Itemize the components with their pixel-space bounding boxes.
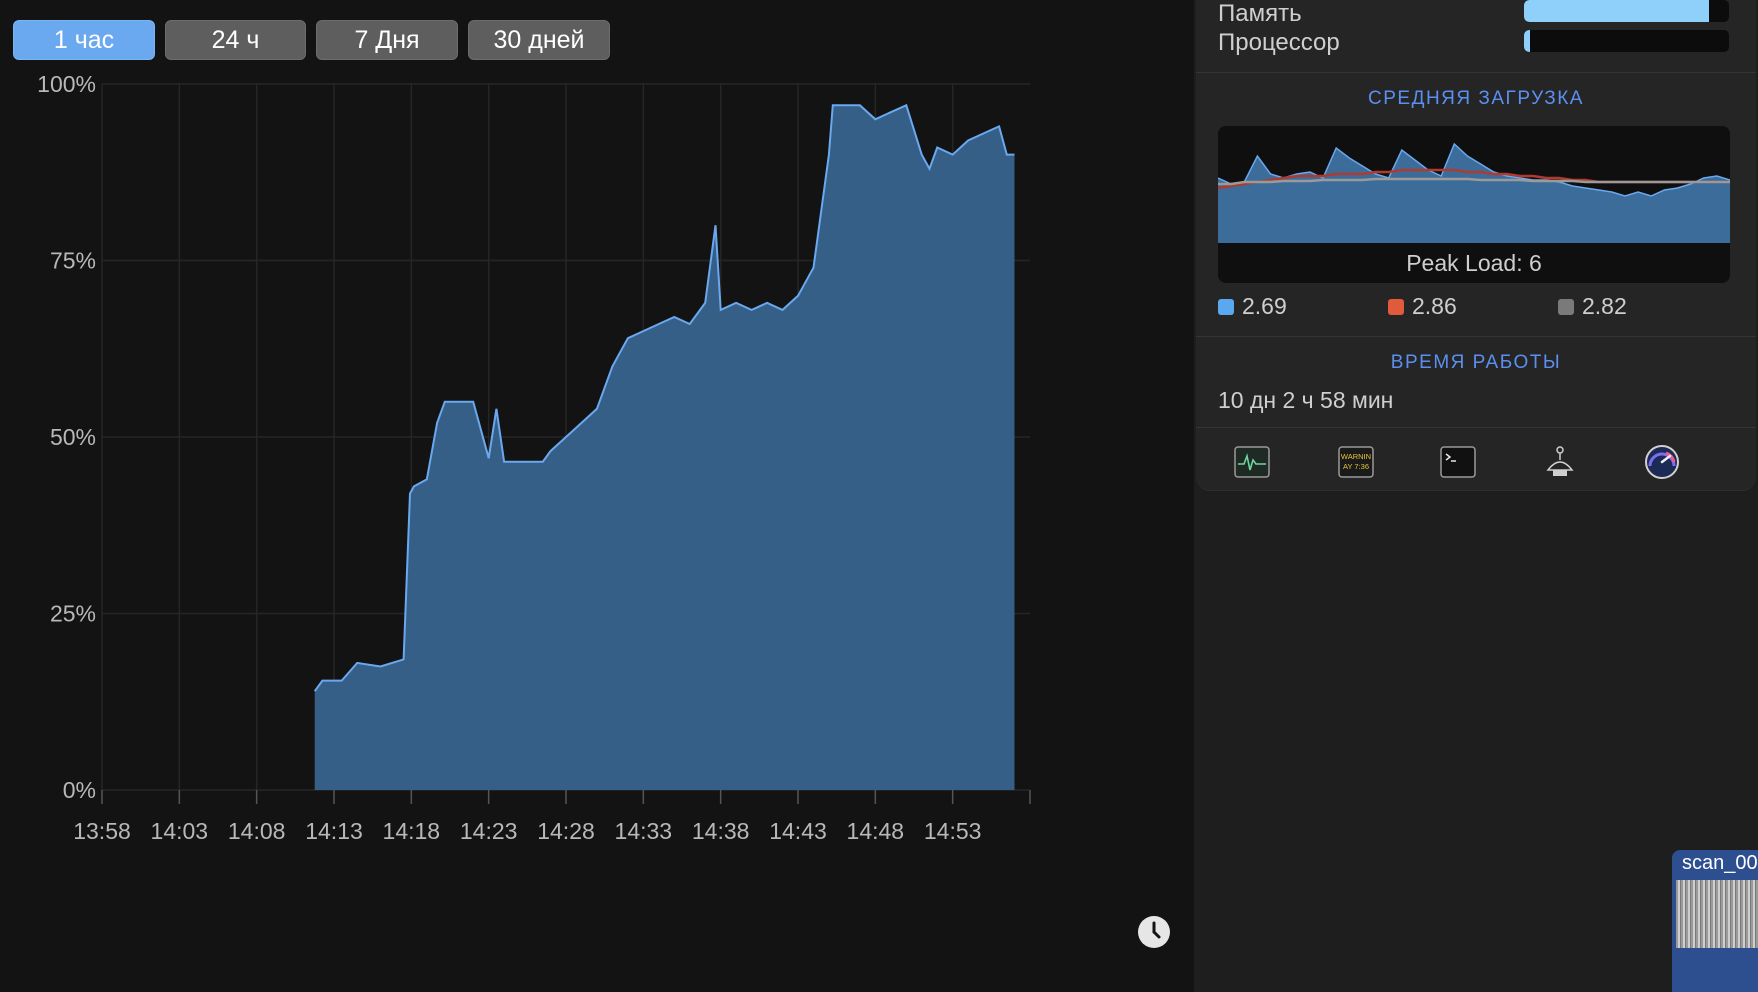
terminal-icon[interactable]	[1440, 444, 1476, 480]
memory-bar	[1524, 0, 1729, 22]
scan-file-label: scan_00	[1682, 852, 1758, 874]
cpu-history-chart: 100% 75% 50% 25% 0% 13:58 14:03 14:08 14:13 14:18…	[37, 71, 1031, 844]
scan-file-thumbnail[interactable]: scan_00	[1672, 850, 1758, 992]
stats-panel: Память Процессор СРЕДНЯЯ ЗАГРУЗКА Peak L…	[1196, 0, 1756, 491]
separator	[1196, 427, 1756, 428]
console-icon[interactable]: WARNIN AY 7:36	[1338, 444, 1374, 480]
x-tick-label: 14:43	[769, 818, 827, 844]
load-5min-value: 2.86	[1412, 293, 1457, 319]
scan-file-preview	[1676, 880, 1758, 948]
x-tick-label: 14:38	[692, 818, 750, 844]
load-1min-value: 2.69	[1242, 293, 1287, 319]
uptime-value: 10 дн 2 ч 58 мин	[1218, 387, 1394, 413]
separator	[1196, 336, 1756, 337]
x-tick-label: 14:53	[924, 818, 982, 844]
console-icon-text-1: WARNIN	[1341, 452, 1371, 461]
memory-bar-fill	[1524, 0, 1709, 22]
x-tick-label: 13:58	[73, 818, 131, 844]
x-tick-label: 14:13	[305, 818, 363, 844]
y-tick-label: 50%	[50, 424, 96, 450]
load-average-title: СРЕДНЯЯ ЗАГРУЗКА	[1368, 88, 1584, 109]
memory-label: Память	[1218, 0, 1302, 27]
y-tick-label: 100%	[37, 71, 96, 97]
y-tick-label: 0%	[63, 777, 96, 803]
legend-swatch	[1558, 298, 1574, 315]
separator	[1196, 72, 1756, 73]
cpu-area	[314, 105, 1015, 790]
legend-swatch	[1388, 298, 1404, 315]
y-tick-label: 25%	[50, 601, 96, 627]
load-15min-value: 2.82	[1582, 293, 1627, 319]
uptime-title: ВРЕМЯ РАБОТЫ	[1390, 352, 1562, 373]
legend-swatch	[1218, 298, 1234, 315]
cpu-bar-fill	[1524, 30, 1531, 52]
load-average-graph: Peak Load: 6	[1218, 126, 1730, 283]
clock-icon[interactable]	[1138, 916, 1170, 948]
cpu-label: Процессор	[1218, 29, 1340, 56]
x-tick-label: 14:03	[151, 818, 209, 844]
x-tick-label: 14:18	[383, 818, 441, 844]
y-tick-label: 75%	[50, 248, 96, 274]
load-15min: 2.82	[1558, 293, 1627, 320]
x-tick-label: 14:33	[615, 818, 673, 844]
x-tick-label: 14:08	[228, 818, 286, 844]
x-tick-label: 14:48	[847, 818, 905, 844]
console-icon-text-2: AY 7:36	[1343, 462, 1369, 471]
x-tick-label: 14:23	[460, 818, 518, 844]
activity-monitor-icon[interactable]	[1234, 444, 1270, 480]
cpu-bar	[1524, 30, 1729, 52]
peak-load-label: Peak Load: 6	[1406, 250, 1542, 276]
x-tick-label: 14:28	[537, 818, 595, 844]
disk-utility-icon[interactable]	[1542, 444, 1578, 480]
history-graph-pane: 1 час 24 ч 7 Дня 30 дней 100% 75% 50% 25% 0%…	[0, 0, 1194, 992]
load-5min: 2.86	[1388, 293, 1457, 320]
istat-icon[interactable]	[1644, 444, 1680, 480]
load-1min: 2.69	[1218, 293, 1287, 320]
load-1min-area	[1218, 144, 1730, 243]
